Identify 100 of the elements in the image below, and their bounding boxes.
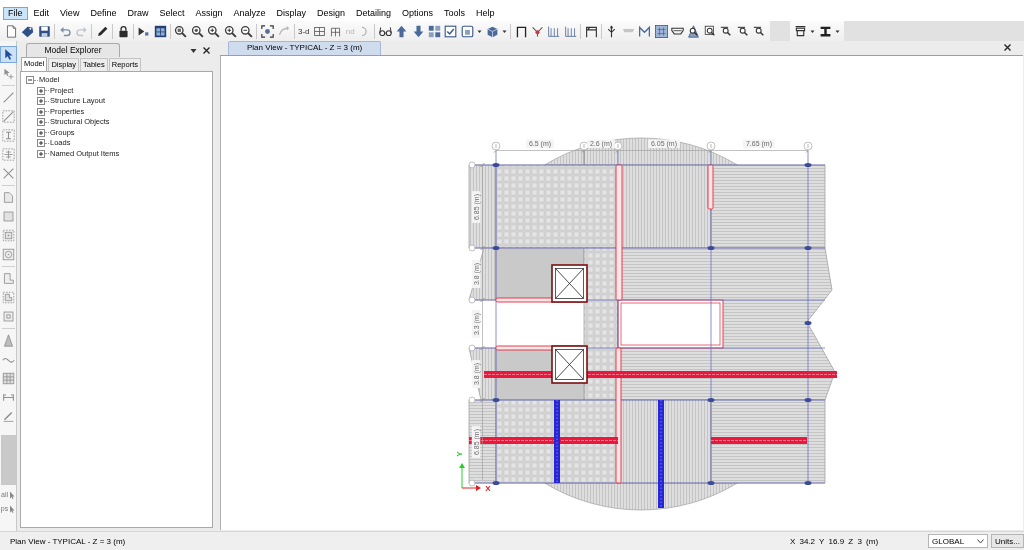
axis-label: X: [485, 484, 491, 493]
menu-item[interactable]: Assign: [190, 7, 228, 20]
menu-item[interactable]: Options: [397, 7, 439, 20]
menu-item[interactable]: Draw: [122, 7, 154, 20]
toolbar-button[interactable]: 3-d: [298, 26, 310, 36]
column-marker: [804, 398, 812, 402]
column-marker: [707, 246, 715, 250]
menu-item[interactable]: Edit: [28, 7, 55, 20]
grid-square-icon[interactable]: [654, 24, 668, 38]
grid-icon[interactable]: [427, 24, 441, 38]
pencil-icon[interactable]: [95, 24, 109, 38]
grid-bubble-icon: [468, 396, 476, 404]
node-icon[interactable]: [531, 24, 545, 38]
magnifier-plus-icon[interactable]: [207, 24, 221, 38]
search-icon[interactable]: [720, 24, 734, 38]
magnifier-icon[interactable]: [703, 24, 717, 38]
portal-frame-icon[interactable]: [514, 24, 528, 38]
column-marker: [492, 481, 500, 485]
grid-bubble-icon: [613, 141, 623, 151]
pyramid-icon[interactable]: [687, 24, 701, 38]
menu-item[interactable]: Detailing: [351, 7, 397, 20]
grid-bubble-icon: [468, 344, 476, 352]
y-axis-arrow: [459, 463, 465, 489]
magnifier-plus-icon[interactable]: [223, 24, 237, 38]
down-arrow-icon[interactable]: [411, 24, 425, 38]
document-tab[interactable]: Plan View - TYPICAL - Z = 3 (m): [228, 41, 382, 55]
expand-icon[interactable]: [37, 128, 45, 137]
menu-item[interactable]: Define: [85, 7, 122, 20]
check-square-icon[interactable]: [444, 24, 458, 38]
model-window-icon[interactable]: [153, 24, 167, 38]
column-marker: [707, 398, 715, 402]
magnifier-icon[interactable]: [190, 24, 204, 38]
tag-icon[interactable]: [21, 24, 35, 38]
expand-icon[interactable]: [37, 149, 45, 158]
status-text: Plan View - TYPICAL - Z = 3 (m): [10, 536, 126, 546]
expand-icon[interactable]: [37, 139, 45, 148]
save-icon[interactable]: [37, 24, 51, 38]
magnifier-icon[interactable]: [174, 24, 188, 38]
column-marker: [804, 321, 812, 325]
window-icon[interactable]: [460, 24, 474, 38]
dashed-line-icon[interactable]: [0, 108, 17, 125]
menu-item[interactable]: Analyze: [228, 7, 271, 20]
menu-item[interactable]: Tools: [439, 7, 471, 20]
up-arrow-icon[interactable]: [395, 24, 409, 38]
core-opening: [551, 345, 588, 384]
bracket-frame-icon[interactable]: [260, 24, 274, 38]
dotted-rectangle-icon[interactable]: [0, 227, 17, 244]
plan-view-icon[interactable]: [312, 24, 326, 38]
panel-title: Model Explorer: [26, 43, 120, 57]
grid-bubble-icon: [579, 141, 589, 151]
core-opening: [551, 264, 588, 303]
units-button[interactable]: Units...: [991, 534, 1024, 548]
close-icon[interactable]: [203, 46, 210, 54]
glasses-icon[interactable]: [378, 24, 392, 38]
menu-item[interactable]: View: [55, 7, 85, 20]
page-icon[interactable]: [5, 24, 18, 38]
column-marker: [707, 481, 715, 485]
menu-item[interactable]: Help: [471, 7, 500, 20]
beam: [707, 164, 714, 210]
dimension-icon[interactable]: [0, 127, 17, 144]
pointer-icon[interactable]: [0, 46, 17, 63]
grid-bubble-icon: [468, 244, 476, 252]
dropdown-icon[interactable]: [190, 46, 197, 54]
column-marker: [804, 246, 812, 250]
search-icon[interactable]: [736, 24, 750, 38]
search-icon[interactable]: [752, 24, 766, 38]
magnifier-minus-icon[interactable]: [240, 24, 254, 38]
column-marker: [492, 246, 500, 250]
menu-item[interactable]: File: [3, 7, 28, 20]
column-marker: [804, 481, 812, 485]
menu-item[interactable]: Select: [154, 7, 190, 20]
display-icon[interactable]: [793, 24, 807, 38]
grid-bubble-icon: [706, 141, 716, 151]
columns-icon[interactable]: [547, 24, 561, 38]
dotted-corner-icon[interactable]: [0, 289, 17, 306]
expand-icon[interactable]: [37, 97, 45, 106]
square-dot-icon[interactable]: [0, 308, 17, 325]
column-marker: [492, 163, 500, 167]
coordinate-system-dropdown[interactable]: GLOBAL: [928, 534, 989, 548]
menu-item[interactable]: Design: [312, 7, 350, 20]
grid-bubble-icon: [491, 141, 501, 151]
x-axis-arrow: [461, 485, 481, 491]
column-marker: [804, 163, 812, 167]
close-icon[interactable]: [1004, 44, 1011, 51]
expand-icon[interactable]: [37, 118, 45, 127]
columns-icon[interactable]: [563, 24, 577, 38]
frame-icon[interactable]: [584, 24, 598, 38]
caret-icon: [977, 538, 985, 544]
expand-icon[interactable]: [37, 86, 45, 95]
expand-icon[interactable]: [37, 107, 45, 116]
cube-icon[interactable]: [485, 24, 499, 38]
moment-icon[interactable]: [638, 24, 652, 38]
menu-item[interactable]: Display: [271, 7, 311, 20]
column-marker: [492, 398, 500, 402]
grid-bubble-icon: [803, 141, 813, 151]
cursor-coordinates: X 34.2 Y 16.9 Z 3 (m): [789, 536, 879, 546]
i-beam-icon[interactable]: [818, 24, 832, 38]
lock-icon[interactable]: [116, 24, 130, 38]
grid-bubble-icon: [468, 479, 476, 487]
collapse-icon[interactable]: [26, 76, 34, 85]
